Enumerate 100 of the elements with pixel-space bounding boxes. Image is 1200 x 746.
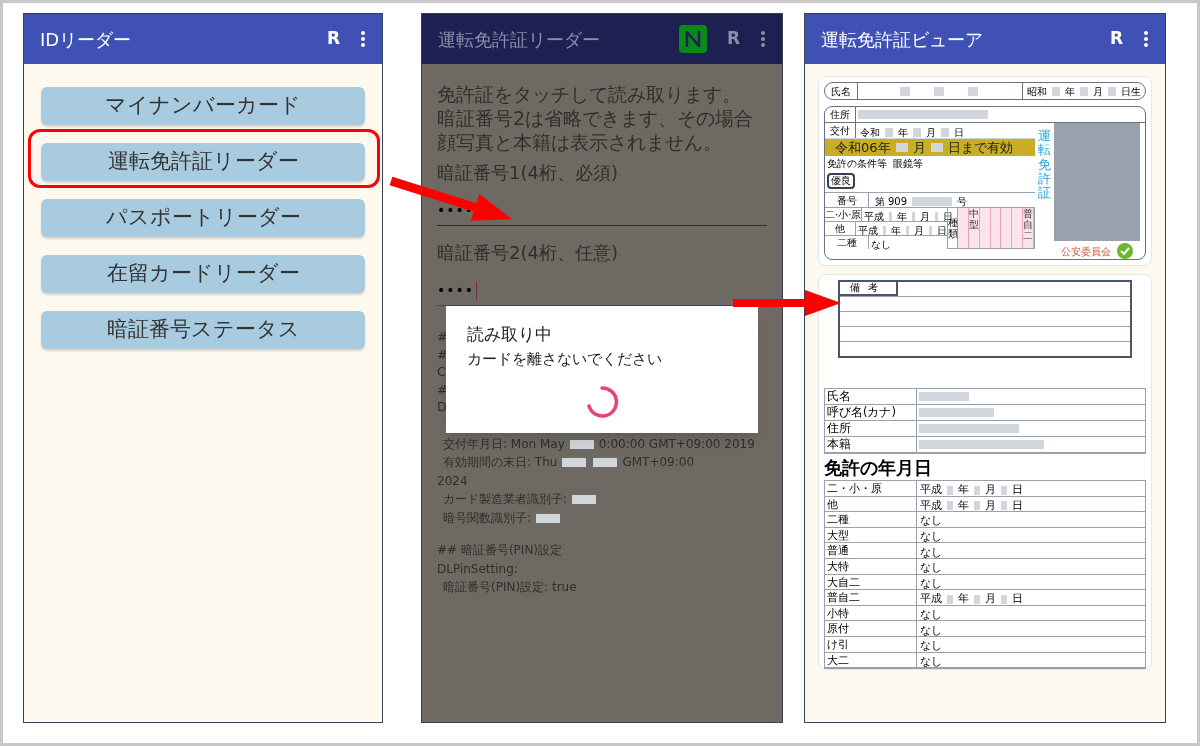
validity-text: 日まで有効: [947, 138, 1013, 157]
redacted-block: [536, 513, 561, 523]
table-cell: 小特: [825, 605, 917, 621]
birth-date: 昭和: [1027, 84, 1047, 99]
menu-button[interactable]: 暗証番号ステータス: [41, 311, 365, 349]
card-label: 氏名: [825, 83, 858, 99]
birth-date: 年: [1065, 84, 1075, 99]
table-cell: 大二: [825, 652, 917, 668]
card-label: 交付: [825, 123, 856, 138]
table-cell: 本籍: [825, 437, 917, 452]
table-cell: なし: [920, 576, 942, 591]
table-cell: 他: [825, 496, 917, 512]
license-number: 909: [888, 195, 908, 209]
loading-spinner-icon: [584, 384, 620, 420]
card-date: 年: [897, 210, 908, 223]
validity-text: 令和06年: [835, 138, 891, 157]
log-line: GMT+09:00: [622, 454, 695, 471]
log-line: #: [437, 380, 448, 398]
card-type-text: 運転免許証: [1037, 129, 1051, 203]
table-cell: 二種: [825, 512, 917, 527]
redacted-block: [895, 143, 908, 152]
more-menu-icon[interactable]: [760, 30, 766, 48]
table-cell: 年: [958, 592, 969, 607]
validity-text: 月: [912, 138, 926, 157]
table-cell: 氏名: [825, 389, 917, 404]
nfc-icon[interactable]: [678, 25, 707, 53]
r-button[interactable]: R: [326, 26, 340, 52]
table-cell: なし: [920, 623, 942, 638]
dialog-title: 読み取り中: [467, 323, 552, 346]
dialog-message: カードを離さないでください: [467, 348, 662, 370]
table-cell: け引: [825, 636, 917, 652]
table-cell: なし: [920, 561, 942, 576]
table-cell: なし: [920, 514, 942, 529]
redacted-block: [930, 143, 943, 152]
redacted-block: [593, 458, 618, 468]
app-title: 運転免許証ビューア: [821, 27, 984, 52]
log-line: #: [437, 328, 448, 346]
instruction-text: 免許証をタッチして読み取ります。: [437, 82, 742, 106]
issue-date: 月: [926, 125, 936, 140]
more-menu-icon[interactable]: [360, 30, 366, 48]
birth-date: 日生: [1121, 84, 1141, 99]
remarks-label: 備考: [840, 282, 898, 296]
condition-text: 眼鏡等: [893, 158, 923, 170]
table-cell: 月: [985, 498, 996, 513]
table-cell: 大自二: [825, 574, 917, 590]
table-cell: なし: [920, 654, 942, 669]
card-label: 番号: [825, 192, 869, 208]
log-line: #: [437, 345, 448, 363]
card-label: 住所: [825, 107, 856, 122]
table-cell: 普自二: [825, 590, 917, 605]
table-cell: 平成: [920, 498, 942, 513]
redacted-block: [1080, 86, 1088, 96]
table-cell: 平成: [920, 483, 942, 498]
card-date: 年: [891, 224, 901, 237]
instruction-text: 暗証番号2は省略できます、その場合: [437, 106, 755, 130]
log-line: 0:00:00 GMT+09:00 2019: [598, 435, 755, 453]
menu-button[interactable]: 運転免許証リーダー: [41, 143, 365, 181]
r-button[interactable]: R: [1109, 26, 1123, 52]
card-date: 月: [914, 224, 924, 237]
log-line: 2024: [437, 472, 468, 490]
table-cell: なし: [920, 530, 942, 545]
license-number: 号: [957, 195, 968, 209]
class-label: 普自二: [1023, 208, 1033, 243]
table-cell: 日: [1012, 592, 1023, 607]
table-cell: 原付: [825, 621, 917, 636]
r-button[interactable]: R: [726, 26, 740, 52]
table-cell: 年: [958, 498, 969, 513]
issue-date: 日: [954, 125, 964, 140]
status-badge: 優良: [827, 173, 855, 189]
card-date: 平成: [864, 210, 885, 223]
redacted-block: [1108, 86, 1116, 96]
app-title: 運転免許証リーダー: [438, 27, 601, 52]
card-label: 二種: [825, 236, 869, 249]
redacted-block: [562, 458, 587, 468]
birth-date: 月: [1093, 84, 1103, 99]
redacted-block: [919, 392, 969, 401]
redacted-block: [572, 495, 597, 505]
app-title: IDリーダー: [40, 27, 133, 52]
redacted-block: [1052, 86, 1060, 96]
redacted-block: [900, 86, 910, 96]
menu-button[interactable]: パスポートリーダー: [41, 199, 365, 237]
log-line: C: [437, 363, 446, 381]
table-cell: 年: [958, 483, 969, 498]
license-number: 第: [875, 195, 885, 209]
card-date: なし: [871, 238, 891, 251]
instruction-text: 顔写真と本籍は表示されません。: [437, 130, 723, 154]
card-date: 平成: [858, 224, 878, 237]
table-cell: 二・小・原: [825, 481, 917, 496]
table-cell: なし: [920, 639, 942, 654]
card-label: 免許の条件等: [827, 158, 887, 170]
more-menu-icon[interactable]: [1143, 30, 1149, 48]
table-cell: 大特: [825, 558, 917, 574]
class-label: 中型: [968, 208, 979, 232]
menu-button[interactable]: 在留カードリーダー: [41, 255, 365, 293]
log-line: DLPinSetting:: [437, 560, 518, 578]
section-heading: 免許の年月日: [824, 456, 932, 480]
issue-date: 年: [898, 125, 908, 140]
table-cell: 呼び名(カナ): [825, 405, 917, 420]
menu-button[interactable]: マイナンバーカード: [41, 87, 365, 125]
table-cell: 平成: [920, 592, 942, 607]
